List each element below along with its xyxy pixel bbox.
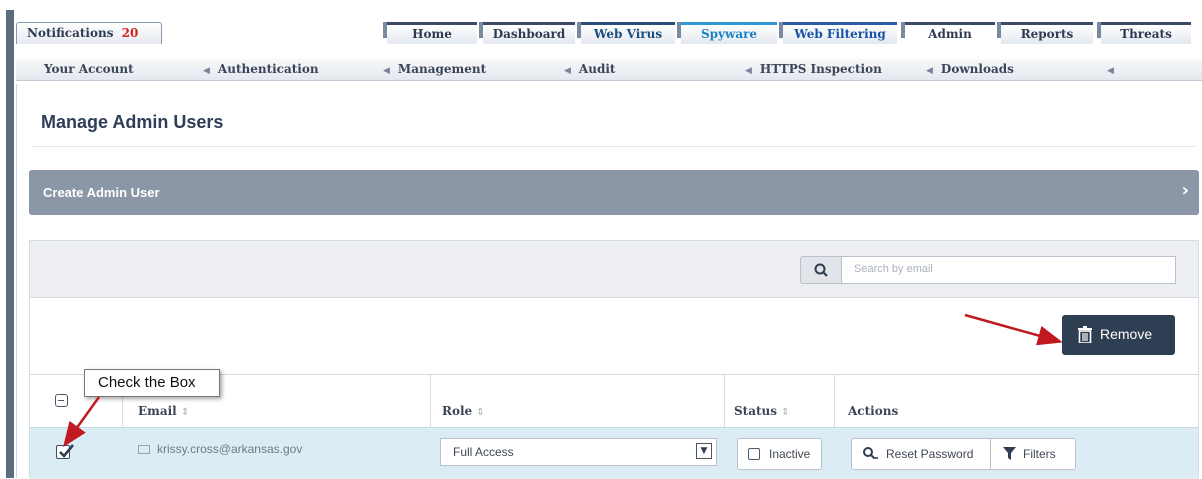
sort-icon: ⇕: [781, 407, 790, 418]
row-actions: Reset Password Filters: [851, 438, 1076, 470]
key-search-icon: [863, 447, 878, 459]
row-checkbox[interactable]: [56, 444, 75, 459]
left-edge-bar: [6, 10, 14, 478]
select-all-checkbox[interactable]: [55, 394, 68, 407]
remove-button[interactable]: Remove: [1062, 315, 1175, 355]
remove-label: Remove: [1100, 326, 1153, 342]
notifications-label: Notifications: [27, 26, 114, 40]
notifications-count: 20: [121, 26, 139, 40]
column-header-email[interactable]: Email ⇕: [138, 404, 189, 418]
left-arrow-icon: ◀: [383, 66, 390, 76]
subnav-authentication-label: Authentication: [217, 62, 319, 76]
envelope-icon: [138, 445, 150, 454]
subnav-audit[interactable]: ◀ Audit: [564, 62, 615, 76]
top-nav: Notifications 20 Home Dashboard Web Viru…: [0, 0, 1202, 478]
subnav-more[interactable]: ◀: [1107, 62, 1122, 76]
tab-reports[interactable]: Reports: [997, 22, 1093, 44]
search-button[interactable]: [800, 256, 842, 284]
subnav-authentication[interactable]: ◀ Authentication: [203, 62, 319, 76]
subnav-your-account[interactable]: Your Account: [44, 62, 134, 76]
tab-notifications[interactable]: Notifications 20: [16, 22, 162, 44]
annotation-callout: Check the Box: [84, 369, 220, 397]
tab-admin[interactable]: Admin: [901, 22, 995, 44]
search-icon: [814, 263, 828, 277]
reset-password-button[interactable]: Reset Password: [852, 439, 991, 469]
title-divider: [31, 146, 1195, 147]
trash-icon: [1078, 326, 1092, 343]
sort-icon: ⇕: [476, 407, 485, 418]
role-dropdown[interactable]: Full Access ▼: [440, 438, 717, 466]
chevron-right-icon: ›: [1181, 180, 1189, 201]
admin-users-panel: Search by email Remove Email ⇕ Role ⇕ St…: [29, 240, 1199, 479]
column-header-role[interactable]: Role ⇕: [442, 404, 485, 418]
tab-home[interactable]: Home: [383, 22, 477, 44]
tab-threats[interactable]: Threats: [1097, 22, 1191, 44]
sub-nav: Your Account ◀ Authentication ◀ Management…: [16, 59, 1202, 81]
column-header-status[interactable]: Status ⇕: [734, 404, 790, 418]
status-label: Inactive: [769, 447, 811, 461]
main-content: Manage Admin Users Create Admin User › S…: [16, 84, 1200, 479]
subnav-management[interactable]: ◀ Management: [383, 62, 486, 76]
column-header-actions: Actions: [848, 404, 899, 418]
chevron-down-icon: ▼: [696, 443, 712, 459]
tab-dashboard[interactable]: Dashboard: [479, 22, 575, 44]
email-value: krissy.cross@arkansas.gov: [157, 442, 303, 456]
left-arrow-icon: ◀: [564, 66, 571, 76]
filters-label: Filters: [1023, 447, 1056, 461]
subnav-management-label: Management: [397, 62, 487, 76]
subnav-audit-label: Audit: [578, 62, 616, 76]
left-arrow-icon: ◀: [745, 66, 752, 76]
role-header-label: Role: [442, 404, 473, 418]
subnav-downloads[interactable]: ◀ Downloads: [926, 62, 1014, 76]
role-value: Full Access: [453, 445, 514, 459]
reset-password-label: Reset Password: [886, 447, 974, 461]
tab-spyware[interactable]: Spyware: [677, 22, 777, 44]
tab-web-virus[interactable]: Web Virus: [577, 22, 675, 44]
email-header-label: Email: [138, 404, 177, 418]
create-admin-user-bar[interactable]: Create Admin User ›: [29, 170, 1199, 215]
left-arrow-icon: ◀: [1107, 66, 1114, 76]
subnav-downloads-label: Downloads: [940, 62, 1014, 76]
table-row: krissy.cross@arkansas.gov Full Access ▼ …: [30, 427, 1198, 479]
page-title: Manage Admin Users: [41, 112, 224, 132]
filter-icon: [1003, 447, 1016, 460]
tab-web-filtering[interactable]: Web Filtering: [779, 22, 897, 44]
left-arrow-icon: ◀: [203, 66, 210, 76]
subnav-https-inspection[interactable]: ◀ HTTPS Inspection: [745, 62, 882, 76]
status-header-label: Status: [734, 404, 778, 418]
status-checkbox[interactable]: [748, 448, 760, 460]
create-admin-user-label: Create Admin User: [43, 185, 160, 200]
checkmark-icon: [59, 444, 75, 458]
search-input[interactable]: Search by email: [842, 256, 1176, 284]
status-toggle[interactable]: Inactive: [737, 438, 822, 470]
sort-icon: ⇕: [180, 407, 190, 418]
search-toolbar: Search by email: [30, 241, 1198, 298]
subnav-https-label: HTTPS Inspection: [759, 62, 882, 76]
left-arrow-icon: ◀: [926, 66, 933, 76]
filters-button[interactable]: Filters: [991, 439, 1076, 469]
email-cell: krissy.cross@arkansas.gov: [138, 442, 302, 456]
